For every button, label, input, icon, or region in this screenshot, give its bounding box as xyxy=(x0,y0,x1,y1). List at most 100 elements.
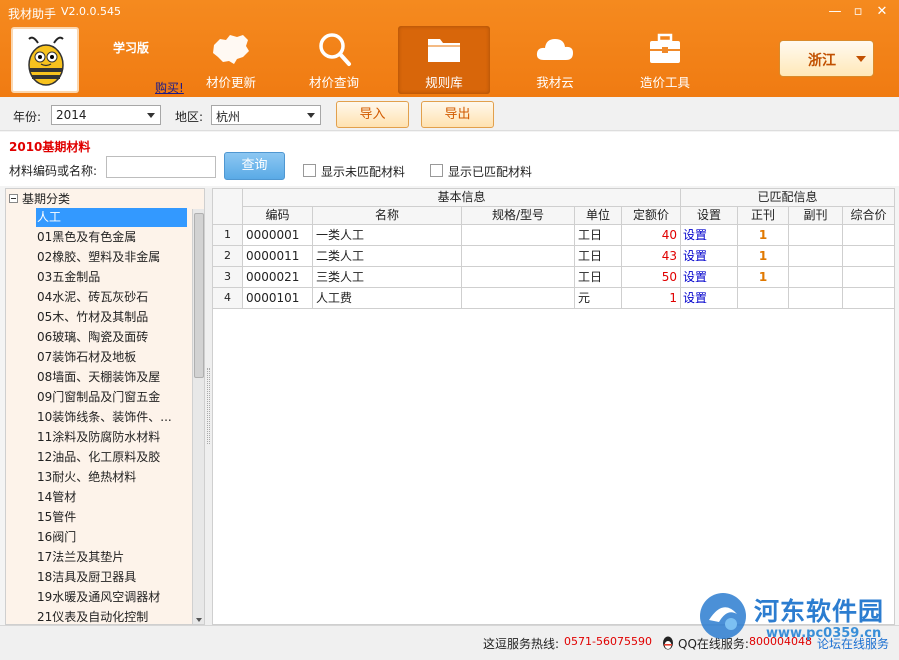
setting-link[interactable]: 设置 xyxy=(681,267,738,288)
tree-item[interactable]: 16阀门 xyxy=(36,528,186,547)
collapse-icon[interactable] xyxy=(9,194,18,203)
tree-item[interactable]: 19水暖及通风空调器材 xyxy=(36,588,186,607)
nav-label: 我材云 xyxy=(536,75,574,90)
table-cell[interactable] xyxy=(843,267,895,288)
table-cell[interactable]: 工日 xyxy=(575,267,622,288)
table-cell[interactable]: 1 xyxy=(622,288,681,309)
table-cell[interactable] xyxy=(462,288,575,309)
tree-item[interactable]: 17法兰及其垫片 xyxy=(36,548,186,567)
qq-penguin-icon xyxy=(663,636,673,650)
sub-header[interactable]: 副刊 xyxy=(789,207,843,225)
table-cell[interactable] xyxy=(789,246,843,267)
minimize-button[interactable]: — xyxy=(826,3,844,21)
table-cell[interactable] xyxy=(462,246,575,267)
china-map-icon xyxy=(213,35,249,64)
tree-scrollbar[interactable] xyxy=(192,209,204,624)
tree-item[interactable]: 03五金制品 xyxy=(36,268,186,287)
spec-header[interactable]: 规格/型号 xyxy=(462,207,575,225)
group-matched-header: 已匹配信息 xyxy=(681,189,895,207)
table-cell[interactable] xyxy=(843,288,895,309)
table-cell[interactable] xyxy=(462,267,575,288)
tree-item[interactable]: 06玻璃、陶瓷及面砖 xyxy=(36,328,186,347)
tree-item[interactable]: 01黑色及有色金属 xyxy=(36,228,186,247)
tree-item[interactable]: 08墙面、天棚装饰及屋 xyxy=(36,368,186,387)
nav-my-cloud[interactable]: 我材云 xyxy=(509,26,601,94)
panel-splitter[interactable] xyxy=(205,188,212,625)
table-cell[interactable]: 1 xyxy=(738,225,789,246)
tree-item[interactable]: 18洁具及厨卫器具 xyxy=(36,568,186,587)
setting-link[interactable]: 设置 xyxy=(681,288,738,309)
table-cell[interactable] xyxy=(738,288,789,309)
tree-item[interactable]: 13耐火、绝热材料 xyxy=(36,468,186,487)
export-button[interactable]: 导出 xyxy=(421,101,494,128)
search-input[interactable] xyxy=(106,156,216,178)
nav-cost-tools[interactable]: 造价工具 xyxy=(619,26,711,94)
table-cell[interactable]: 元 xyxy=(575,288,622,309)
table-cell[interactable]: 1 xyxy=(738,267,789,288)
tree-item[interactable]: 02橡胶、塑料及非金属 xyxy=(36,248,186,267)
buy-link[interactable]: 购买! xyxy=(155,79,184,96)
table-cell[interactable]: 43 xyxy=(622,246,681,267)
table-cell[interactable]: 0000001 xyxy=(243,225,313,246)
nav-price-query[interactable]: 材价查询 xyxy=(288,26,380,94)
tree-item[interactable]: 15管件 xyxy=(36,508,186,527)
setting-link[interactable]: 设置 xyxy=(681,225,738,246)
bee-logo xyxy=(11,27,79,93)
tree-item[interactable]: 14管材 xyxy=(36,488,186,507)
tree-item[interactable]: 07装饰石材及地板 xyxy=(36,348,186,367)
table-cell[interactable]: 40 xyxy=(622,225,681,246)
tree-item[interactable]: 21仪表及自动化控制 xyxy=(36,608,186,624)
province-selector[interactable]: 浙江 xyxy=(779,40,874,77)
table-cell[interactable]: 0000101 xyxy=(243,288,313,309)
unit-header[interactable]: 单位 xyxy=(575,207,622,225)
province-label: 浙江 xyxy=(808,53,836,69)
scroll-thumb[interactable] xyxy=(194,213,204,378)
table-cell[interactable]: 1 xyxy=(738,246,789,267)
table-cell[interactable]: 人工费 xyxy=(313,288,462,309)
query-button[interactable]: 查询 xyxy=(224,152,285,180)
tree-item[interactable]: 05木、竹材及其制品 xyxy=(36,308,186,327)
table-cell[interactable] xyxy=(789,288,843,309)
tree-item[interactable]: 11涂料及防腐防水材料 xyxy=(36,428,186,447)
nav-label: 造价工具 xyxy=(639,75,690,90)
watermark-logo-icon xyxy=(700,593,746,639)
grid-corner xyxy=(213,189,243,225)
table-cell[interactable]: 工日 xyxy=(575,246,622,267)
table-cell[interactable]: 工日 xyxy=(575,225,622,246)
table-cell[interactable] xyxy=(789,225,843,246)
nav-rule-library[interactable]: 规则库 xyxy=(398,26,490,94)
tree-item[interactable]: 04水泥、砖瓦灰砂石 xyxy=(36,288,186,307)
table-cell[interactable]: 0000021 xyxy=(243,267,313,288)
show-matched-checkbox[interactable] xyxy=(430,164,443,177)
nav-price-update[interactable]: 材价更新 xyxy=(185,26,277,94)
main-header[interactable]: 正刊 xyxy=(738,207,789,225)
tree-item[interactable]: 09门窗制品及门窗五金 xyxy=(36,388,186,407)
price-header[interactable]: 定额价 xyxy=(622,207,681,225)
tree-item[interactable]: 12油品、化工原料及胶 xyxy=(36,448,186,467)
total-header[interactable]: 综合价 xyxy=(843,207,895,225)
scroll-down-icon[interactable] xyxy=(196,618,202,622)
table-cell[interactable] xyxy=(462,225,575,246)
tree-item[interactable]: 人工 xyxy=(36,208,187,227)
region-select[interactable]: 杭州 xyxy=(211,105,321,125)
table-cell[interactable] xyxy=(789,267,843,288)
table-cell[interactable]: 0000011 xyxy=(243,246,313,267)
import-button[interactable]: 导入 xyxy=(336,101,409,128)
table-cell[interactable] xyxy=(843,246,895,267)
show-unmatched-checkbox[interactable] xyxy=(303,164,316,177)
year-select[interactable]: 2014 xyxy=(51,105,161,125)
tree-root[interactable]: 基期分类 xyxy=(9,191,70,207)
table-cell[interactable]: 50 xyxy=(622,267,681,288)
setting-header[interactable]: 设置 xyxy=(681,207,738,225)
close-button[interactable]: ✕ xyxy=(873,3,891,21)
name-header[interactable]: 名称 xyxy=(313,207,462,225)
maximize-button[interactable]: ▫ xyxy=(849,3,867,21)
splitter-grip[interactable] xyxy=(207,368,210,444)
table-cell[interactable]: 一类人工 xyxy=(313,225,462,246)
setting-link[interactable]: 设置 xyxy=(681,246,738,267)
table-cell[interactable]: 三类人工 xyxy=(313,267,462,288)
table-cell[interactable] xyxy=(843,225,895,246)
code-header[interactable]: 编码 xyxy=(243,207,313,225)
tree-item[interactable]: 10装饰线条、装饰件、... xyxy=(36,408,186,427)
table-cell[interactable]: 二类人工 xyxy=(313,246,462,267)
